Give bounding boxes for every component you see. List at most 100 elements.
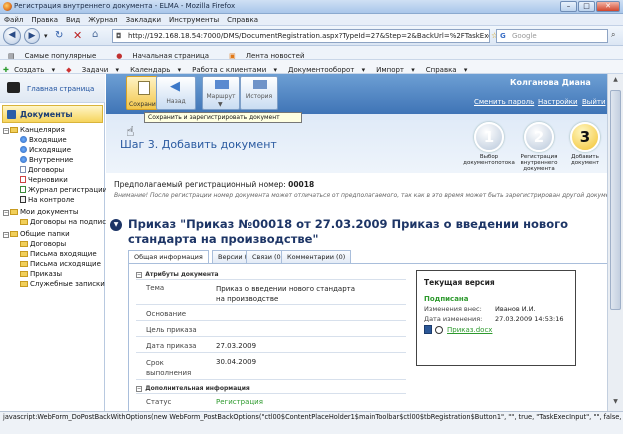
scrollbar-thumb[interactable] xyxy=(610,90,621,310)
collapse-icon[interactable]: − xyxy=(3,210,9,216)
history-button[interactable]: История xyxy=(240,76,278,110)
bookmark-popular[interactable]: ▤ Самые популярные xyxy=(0,46,108,60)
tab-general[interactable]: Общая информация xyxy=(128,250,209,263)
step-title: Шаг 3. Добавить документ xyxy=(120,138,277,151)
tree-pisish[interactable]: Письма исходящие xyxy=(20,260,101,268)
bookmark-start[interactable]: ● Начальная страница xyxy=(108,46,221,60)
tab-comments[interactable]: Комментарии (0) xyxy=(281,250,352,263)
top-toolbar: Сохранить ◀ Назад Маршрут ▼ История Колг… xyxy=(106,74,623,114)
tree-sluzh[interactable]: Служебные записки xyxy=(20,280,105,288)
tree-pisvh[interactable]: Письма входящие xyxy=(20,250,97,258)
tree-dogov[interactable]: Договоры xyxy=(20,166,64,174)
tasks-menu[interactable]: ◆ Задачи ▾ xyxy=(60,60,124,74)
window-titlebar: Регистрация внутреннего документа - ELMA… xyxy=(0,0,623,14)
tree-label: Договоры xyxy=(28,166,65,174)
change-password-link[interactable]: Сменить пароль xyxy=(474,98,534,106)
sidebar-home[interactable]: Главная страница xyxy=(0,74,105,103)
home-icon[interactable]: ⌂ xyxy=(92,29,98,40)
tree-vnutr[interactable]: Внутренние xyxy=(20,156,73,164)
sidebar-section-documents[interactable]: Документы xyxy=(2,105,103,123)
menu-tools[interactable]: Инструменты xyxy=(165,14,223,24)
scrollbar[interactable]: ▲ ▼ xyxy=(607,74,623,411)
calendar-menu[interactable]: Календарь ▾ xyxy=(124,60,186,74)
create-menu[interactable]: ✚ Создать ▾ xyxy=(0,60,60,74)
file-link[interactable]: Приказ.docx xyxy=(447,326,492,334)
help-menu[interactable]: Справка ▾ xyxy=(420,60,473,74)
srok-label: Срок выполнения xyxy=(146,359,192,377)
back-button[interactable]: ◀ Назад xyxy=(156,76,196,110)
tree-label: Письма исходящие xyxy=(30,260,101,268)
menu-file[interactable]: Файл xyxy=(0,14,27,24)
search-placeholder: Google xyxy=(512,32,537,40)
collapse-icon[interactable]: − xyxy=(136,386,142,392)
folder-icon xyxy=(10,127,18,133)
forward-arrow-icon[interactable]: ▶ xyxy=(24,28,40,44)
cel-label: Цель приказа xyxy=(146,326,197,334)
step-1-circle: 1 xyxy=(474,122,504,152)
close-window-button[interactable]: ✕ xyxy=(596,1,620,12)
tree-dogpodp[interactable]: Договоры на подпись xyxy=(20,218,110,226)
extra-section-header[interactable]: − Дополнительная информация xyxy=(136,384,250,392)
tree-moi[interactable]: − Мои документы xyxy=(3,208,78,216)
collapse-icon[interactable]: − xyxy=(3,128,9,134)
tree-kanc[interactable]: − Канцелярия xyxy=(3,126,65,134)
folder-icon xyxy=(20,271,28,277)
scroll-down-icon[interactable]: ▼ xyxy=(610,398,621,409)
url-bar[interactable]: ◘ http://192.168.18.54:7000/DMS/Document… xyxy=(112,29,490,43)
menu-history[interactable]: Журнал xyxy=(84,14,121,24)
tree-dog2[interactable]: Договоры xyxy=(20,240,66,248)
tree-label: Служебные записки xyxy=(30,280,105,288)
logout-link[interactable]: Выйти xyxy=(582,98,606,106)
save-tooltip: Сохранить и зарегистрировать документ xyxy=(144,112,302,123)
scroll-up-icon[interactable]: ▲ xyxy=(610,76,621,87)
attrs-section-header[interactable]: − Атрибуты документа xyxy=(136,270,219,278)
tree-prik[interactable]: Приказы xyxy=(20,270,62,278)
firefox-start-icon: ● xyxy=(116,52,123,60)
step-3-label: Добавить документ xyxy=(570,154,600,166)
document-title: Приказ "Приказ №00018 от 27.03.2009 Прик… xyxy=(128,217,569,246)
status-value: Регистрация xyxy=(216,398,263,406)
route-button[interactable]: Маршрут ▼ xyxy=(202,76,240,110)
tree-chern[interactable]: Черновики xyxy=(20,176,68,184)
tree-obsh[interactable]: − Общие папки xyxy=(3,230,70,238)
search-icon[interactable]: ⌕ xyxy=(611,30,615,40)
search-input[interactable]: G Google xyxy=(496,29,608,43)
minimize-button[interactable]: – xyxy=(560,1,577,12)
create-label: Создать xyxy=(14,66,45,74)
back-label: Назад xyxy=(166,98,186,105)
bookmark-news[interactable]: ▣ Лента новостей xyxy=(221,46,316,60)
tree-label: Приказы xyxy=(30,270,63,278)
stop-icon[interactable]: ✕ xyxy=(73,29,82,42)
import-menu[interactable]: Импорт ▾ xyxy=(370,60,420,74)
tree-ishod[interactable]: Исходящие xyxy=(20,146,71,154)
tree-jurnal[interactable]: Журнал регистрации xyxy=(20,186,107,194)
collapse-doc-icon[interactable]: ▼ xyxy=(110,219,122,231)
status-label: Статус xyxy=(146,398,172,406)
tree-label: Черновики xyxy=(28,176,68,184)
collapse-icon[interactable]: − xyxy=(3,232,9,238)
home-link[interactable]: Главная страница xyxy=(27,85,94,93)
clients-menu[interactable]: Работа с клиентами ▾ xyxy=(186,60,282,74)
maximize-button[interactable]: □ xyxy=(578,1,595,12)
step-3-circle: 3 xyxy=(570,122,600,152)
menu-edit[interactable]: Правка xyxy=(27,14,62,24)
settings-link[interactable]: Настройки xyxy=(538,98,578,106)
draft-icon xyxy=(20,176,26,183)
tree-nakontr[interactable]: На контроле xyxy=(20,196,74,204)
rss-icon: ▣ xyxy=(229,52,236,60)
tema-value: Приказ о введении нового стандарта на пр… xyxy=(216,285,356,303)
back-icon: ◀ xyxy=(170,79,180,94)
back-arrow-icon[interactable]: ◀ xyxy=(3,27,21,45)
page-icon: ◘ xyxy=(116,32,122,40)
step-2-circle: 2 xyxy=(524,122,554,152)
menu-view[interactable]: Вид xyxy=(62,14,84,24)
history-dropdown-icon[interactable]: ▾ xyxy=(44,32,48,40)
collapse-icon[interactable]: − xyxy=(136,272,142,278)
reload-icon[interactable]: ↻ xyxy=(55,30,63,41)
menu-bookmarks[interactable]: Закладки xyxy=(122,14,165,24)
signed-status: Подписана xyxy=(424,295,469,303)
docflow-menu[interactable]: Документооборот ▾ xyxy=(282,60,370,74)
changed-by-label: Изменения внес: xyxy=(424,305,482,313)
tree-vhod[interactable]: Входящие xyxy=(20,136,67,144)
menu-help[interactable]: Справка xyxy=(223,14,262,24)
